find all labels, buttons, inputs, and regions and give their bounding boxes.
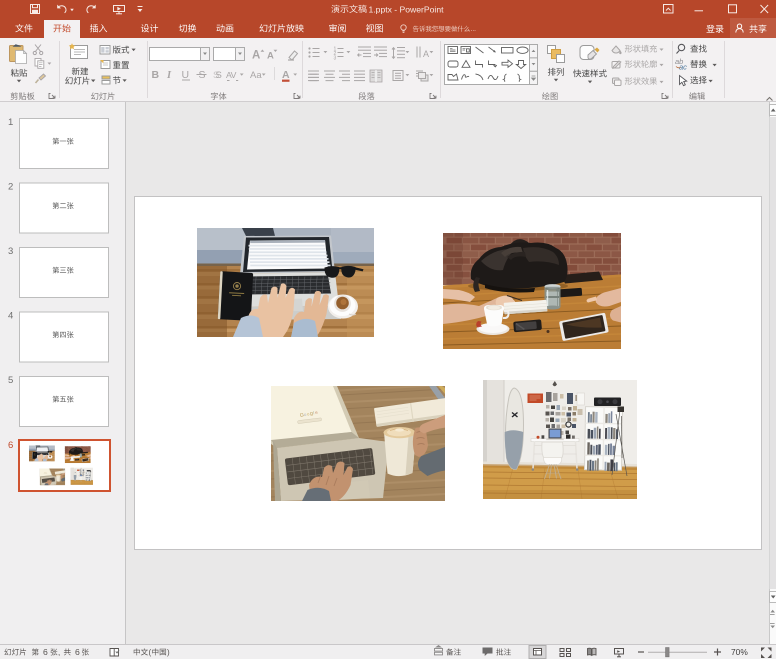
svg-text:S: S	[199, 69, 206, 81]
svg-text:2: 2	[8, 182, 13, 193]
svg-text:): )	[167, 648, 170, 657]
svg-text:Aa: Aa	[250, 70, 262, 81]
svg-text:(: (	[149, 648, 152, 657]
svg-text:A: A	[282, 69, 290, 81]
svg-text:3: 3	[8, 246, 13, 257]
svg-text:B: B	[152, 69, 160, 81]
svg-text:AV: AV	[226, 70, 237, 80]
svg-text:I: I	[166, 70, 172, 81]
svg-text:A: A	[252, 50, 260, 62]
svg-text:...: ...	[471, 26, 477, 33]
svg-text:S: S	[216, 70, 222, 81]
svg-text:3: 3	[334, 56, 337, 62]
svg-text:6: 6	[75, 647, 80, 657]
svg-text:4: 4	[8, 311, 13, 322]
svg-text:ac: ac	[679, 63, 687, 72]
svg-text:5: 5	[8, 375, 13, 386]
svg-text:A: A	[423, 49, 429, 59]
svg-text:,: ,	[58, 648, 60, 657]
svg-text:1: 1	[8, 117, 13, 128]
svg-text:70%: 70%	[731, 647, 748, 657]
svg-text:6: 6	[8, 440, 13, 451]
svg-text:A: A	[267, 50, 274, 61]
svg-text:6: 6	[43, 647, 48, 657]
svg-text:1.pptx - PowerPoint: 1.pptx - PowerPoint	[369, 4, 445, 14]
svg-text:U: U	[182, 69, 190, 81]
